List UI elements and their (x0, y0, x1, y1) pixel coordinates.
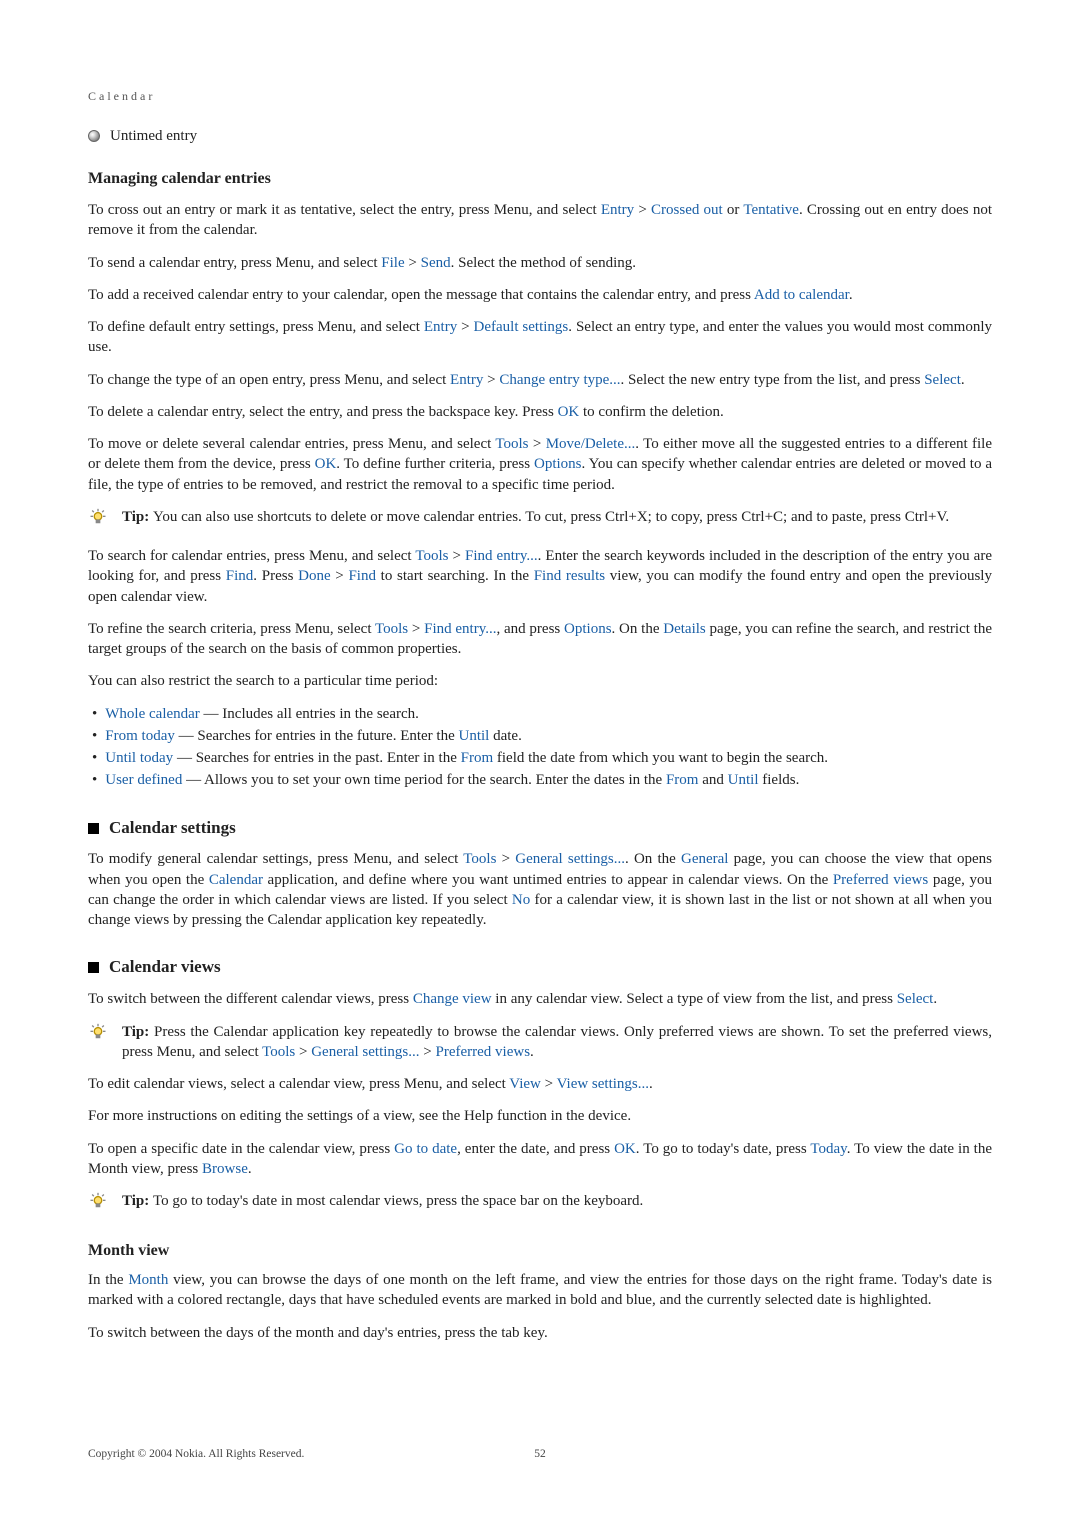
list-item: •User defined — Allows you to set your o… (92, 770, 992, 790)
ui-go-to-date: Go to date (394, 1141, 457, 1157)
list-item: •Whole calendar — Includes all entries i… (92, 704, 992, 724)
ui-until: Until (459, 728, 490, 744)
managing-p8: To search for calendar entries, press Me… (88, 546, 992, 607)
heading-calendar-views: Calendar views (88, 956, 992, 979)
managing-p9: To refine the search criteria, press Men… (88, 619, 992, 660)
managing-p3: To add a received calendar entry to your… (88, 285, 992, 305)
ui-calendar: Calendar (209, 872, 263, 888)
ui-find-entry: Find entry... (465, 548, 538, 564)
ui-user-defined: User defined (105, 772, 182, 788)
ui-view-settings: View settings... (557, 1076, 649, 1092)
list-item: •From today — Searches for entries in th… (92, 726, 992, 746)
managing-p5: To change the type of an open entry, pre… (88, 370, 992, 390)
list-item: •Until today — Searches for entries in t… (92, 748, 992, 768)
tip-preferred-views: Tip: Press the Calendar application key … (88, 1022, 992, 1063)
ui-crossed-out: Crossed out (651, 202, 723, 218)
time-period-list: •Whole calendar — Includes all entries i… (88, 704, 992, 791)
square-bullet-icon (88, 823, 99, 834)
tip-space-bar: Tip: To go to today's date in most calen… (88, 1191, 992, 1218)
ui-today: Today (810, 1141, 846, 1157)
lightbulb-icon (88, 508, 108, 534)
ui-file: File (381, 255, 404, 271)
ui-default-settings: Default settings (474, 319, 569, 335)
page-number: 52 (534, 1447, 546, 1463)
ui-view: View (509, 1076, 541, 1092)
ui-move-delete: Move/Delete... (546, 436, 636, 452)
managing-p7: To move or delete several calendar entri… (88, 434, 992, 495)
ui-select: Select (897, 991, 934, 1007)
ui-preferred-views: Preferred views (833, 872, 928, 888)
tip-shortcuts: Tip: You can also use shortcuts to delet… (88, 507, 992, 534)
views-p4: To open a specific date in the calendar … (88, 1139, 992, 1180)
ui-browse: Browse (202, 1161, 248, 1177)
ui-change-entry-type: Change entry type... (499, 372, 620, 388)
ui-tools: Tools (415, 548, 448, 564)
ui-find: Find (226, 568, 254, 584)
managing-p6: To delete a calendar entry, select the e… (88, 402, 992, 422)
ui-change-view: Change view (413, 991, 492, 1007)
untimed-entry-legend: Untimed entry (88, 126, 992, 146)
ui-from: From (461, 750, 494, 766)
ui-whole-calendar: Whole calendar (105, 706, 200, 722)
ui-general-settings: General settings... (311, 1044, 419, 1060)
ui-find: Find (348, 568, 376, 584)
ui-tentative: Tentative (743, 202, 799, 218)
heading-calendar-settings: Calendar settings (88, 817, 992, 840)
ui-tools: Tools (463, 851, 496, 867)
ui-general-settings: General settings... (515, 851, 625, 867)
ui-select: Select (924, 372, 961, 388)
ui-from: From (666, 772, 699, 788)
ui-entry: Entry (601, 202, 634, 218)
ui-send: Send (421, 255, 451, 271)
heading-managing: Managing calendar entries (88, 168, 992, 190)
breadcrumb: Calendar (88, 88, 992, 104)
lightbulb-icon (88, 1023, 108, 1049)
ui-ok: OK (614, 1141, 636, 1157)
heading-month-view: Month view (88, 1240, 992, 1262)
views-p1: To switch between the different calendar… (88, 989, 992, 1009)
month-p1: In the Month view, you can browse the da… (88, 1270, 992, 1311)
ui-find-results: Find results (534, 568, 605, 584)
ui-no: No (512, 892, 530, 908)
ui-ok: OK (558, 404, 580, 420)
ui-tools: Tools (262, 1044, 295, 1060)
managing-p1: To cross out an entry or mark it as tent… (88, 200, 992, 241)
managing-p4: To define default entry settings, press … (88, 317, 992, 358)
managing-p2: To send a calendar entry, press Menu, an… (88, 253, 992, 273)
square-bullet-icon (88, 962, 99, 973)
ui-options: Options (564, 621, 612, 637)
ui-from-today: From today (105, 728, 175, 744)
ui-entry: Entry (424, 319, 457, 335)
month-p2: To switch between the days of the month … (88, 1323, 992, 1343)
ui-month: Month (128, 1272, 168, 1288)
ui-entry: Entry (450, 372, 483, 388)
ui-find-entry: Find entry... (424, 621, 496, 637)
ui-preferred-views: Preferred views (435, 1044, 530, 1060)
lightbulb-icon (88, 1192, 108, 1218)
ui-tools: Tools (495, 436, 528, 452)
ui-options: Options (534, 456, 582, 472)
views-p2: To edit calendar views, select a calenda… (88, 1074, 992, 1094)
ui-details: Details (663, 621, 706, 637)
ui-ok: OK (315, 456, 337, 472)
views-p3: For more instructions on editing the set… (88, 1106, 992, 1126)
managing-p10: You can also restrict the search to a pa… (88, 671, 992, 691)
ui-until-today: Until today (105, 750, 173, 766)
settings-p1: To modify general calendar settings, pre… (88, 849, 992, 930)
page-footer: Copyright © 2004 Nokia. All Rights Reser… (88, 1447, 992, 1463)
untimed-entry-icon (88, 130, 100, 142)
untimed-entry-label: Untimed entry (110, 126, 197, 146)
ui-tools: Tools (375, 621, 408, 637)
ui-general: General (681, 851, 728, 867)
ui-until: Until (728, 772, 759, 788)
ui-add-to-calendar: Add to calendar (754, 287, 849, 303)
ui-done: Done (298, 568, 331, 584)
